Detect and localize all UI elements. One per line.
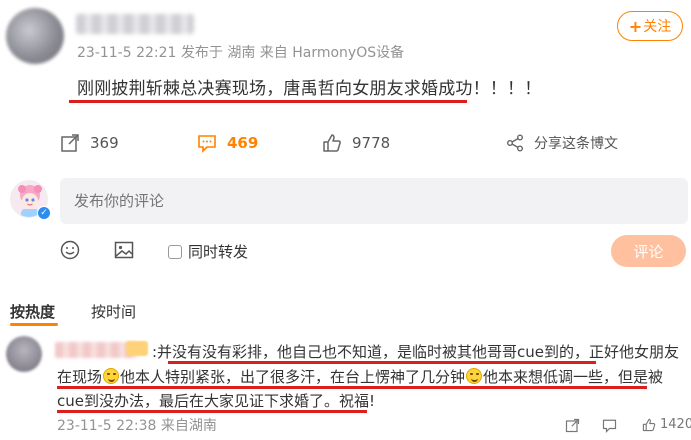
tab-sort-time[interactable]: 按时间 [91,301,136,322]
author-avatar[interactable] [6,8,64,64]
follow-button[interactable]: + 关注 [617,11,683,41]
active-tab-indicator [10,323,58,326]
comment-repost-button[interactable] [565,418,580,437]
repost-icon [565,418,580,433]
verified-badge-icon: ✓ [37,206,51,220]
plus-icon: + [628,16,643,36]
comment-text-segment: 在现场 [57,368,103,386]
comment-meta: 23-11-5 22:38 来自湖南 [57,418,217,434]
repost-icon [61,134,79,152]
thumbs-up-icon [642,418,656,431]
author-name-blurred[interactable] [76,14,194,34]
red-underline [69,100,467,103]
image-button[interactable] [114,240,134,264]
post-text: 刚刚披荆斩棘总决赛现场，唐禹哲向女朋友求婚成功！！！！ [77,79,542,99]
post-action-bar: 369 469 9778 分享这条博文 [0,133,691,157]
comment-icon [198,135,216,153]
image-icon [114,241,134,259]
comment-input[interactable] [60,178,688,224]
repost-button[interactable]: 369 [60,133,119,153]
commenter-badge-icon [126,341,148,356]
thumbs-up-icon [323,134,341,152]
follow-label: 关注 [643,19,672,35]
comment-reply-button[interactable] [602,418,617,437]
share-icon [507,134,523,152]
comment-text-line-2: 在现场 他本人特别紧张，出了很多汗，在台上愣神了几分钟 他本来想低调一些，但是被 [57,366,663,387]
comment-text-line-3: cue到没办法，最后在大家见证下求婚了。祝福! [57,392,375,410]
post-meta: 23-11-5 22:21 发布于 湖南 来自 HarmonyOS设备 [77,45,405,61]
commenter-name-blurred[interactable] [55,342,137,358]
red-underline [168,361,596,364]
red-underline [57,386,647,389]
share-label: 分享这条博文 [534,136,618,152]
emoji-button[interactable] [60,240,80,264]
comment-button[interactable]: 469 [197,133,258,153]
repost-checkbox-label: 同时转发 [188,243,249,261]
share-button[interactable]: 分享这条博文 [506,133,618,153]
comment-text-segment: 他本人特别紧张，出了很多汗，在台上愣神了几分钟 [120,368,466,386]
laugh-cry-emoji-icon [103,368,120,384]
submit-comment-button[interactable]: 评论 [611,235,686,267]
comment-text-line-1: :并没有没有彩排，他自己也不知道，是临时被其他哥哥cue到的，正好他女朋友 [152,343,680,361]
comment-text-segment: 他本来想低调一些，但是被 [483,368,664,386]
repost-checkbox[interactable]: 同时转发 [168,241,248,262]
tab-sort-hot[interactable]: 按热度 [10,301,55,322]
commenter-avatar[interactable] [6,336,42,372]
repost-count: 369 [90,134,119,152]
like-count: 9778 [352,134,391,152]
comment-count: 469 [227,134,259,152]
red-underline [57,410,367,413]
comment-like-button[interactable]: 1420 [642,417,691,432]
laugh-cry-emoji-icon [466,368,483,384]
checkbox-icon[interactable] [168,244,182,259]
like-button[interactable]: 9778 [322,133,390,153]
smiley-icon [60,240,80,260]
comment-icon [602,419,617,433]
comment-like-count: 1420 [660,417,691,432]
